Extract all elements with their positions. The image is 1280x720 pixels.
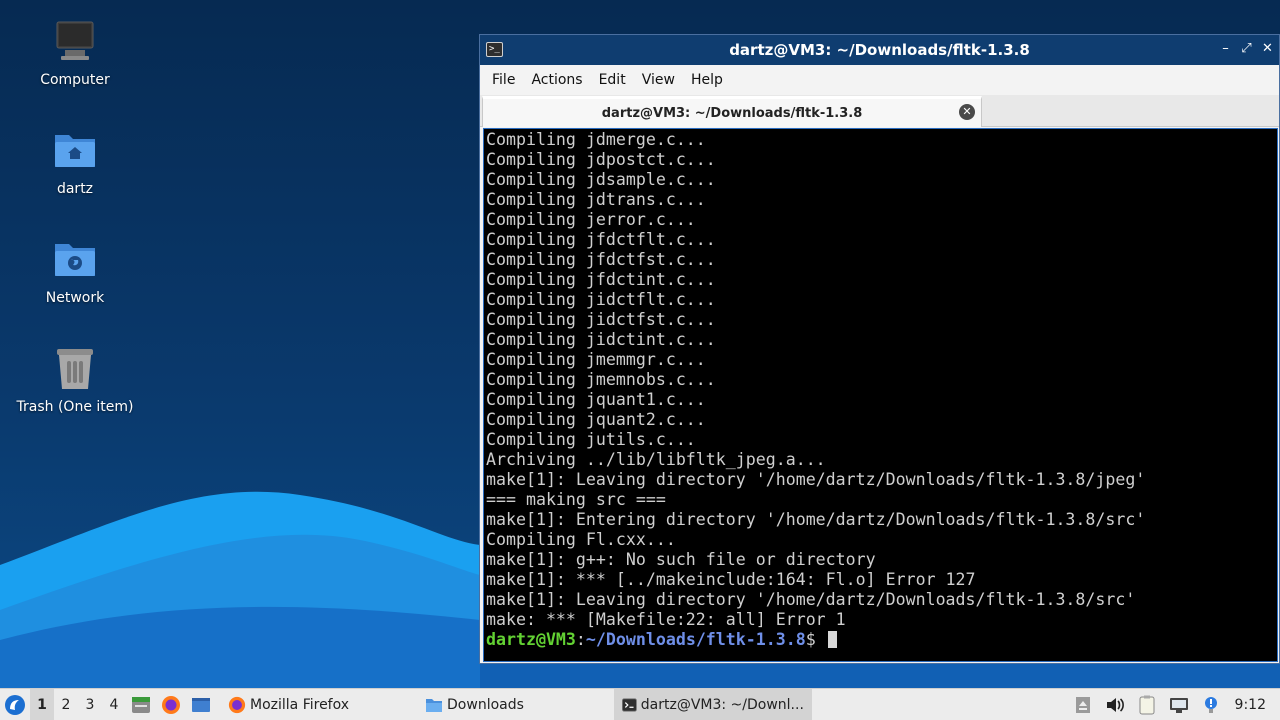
terminal-tab[interactable]: dartz@VM3: ~/Downloads/fltk-1.3.8 ✕	[482, 96, 982, 127]
removable-media-icon	[1075, 697, 1090, 713]
window-title: dartz@VM3: ~/Downloads/fltk-1.3.8	[729, 41, 1030, 59]
desktop-icon-label: Network	[45, 290, 105, 306]
terminal-line: make[1]: g++: No such file or directory	[486, 550, 876, 569]
terminal-line: make: *** [Makefile:22: all] Error 1	[486, 610, 846, 629]
terminal-prompt[interactable]: dartz@VM3:~/Downloads/fltk-1.3.8$	[486, 630, 1277, 650]
clipboard-icon	[1139, 695, 1155, 715]
terminal-line: Compiling jdpostct.c...	[486, 150, 716, 169]
terminal-line: Compiling jidctflt.c...	[486, 290, 716, 309]
tray-eject[interactable]	[1067, 689, 1099, 720]
update-notifier-icon	[1204, 697, 1217, 713]
tab-title: dartz@VM3: ~/Downloads/fltk-1.3.8	[601, 105, 863, 121]
terminal-line: Compiling jdsample.c...	[486, 170, 716, 189]
desktop-icon-label: dartz	[56, 181, 94, 197]
prompt-path: ~/Downloads/fltk-1.3.8	[585, 630, 806, 649]
menu-edit[interactable]: Edit	[591, 65, 634, 95]
tray-volume[interactable]	[1099, 689, 1131, 720]
desktop-icon-trash[interactable]: Trash (One item)	[0, 345, 150, 415]
terminal-line: Compiling Fl.cxx...	[486, 530, 676, 549]
taskbar: 1 2 3 4 Mozilla Firefox Downloads dartz@…	[0, 688, 1280, 720]
desktop-icon-label: Trash (One item)	[16, 399, 134, 415]
terminal-line: Compiling jquant1.c...	[486, 390, 706, 409]
show-desktop-icon	[192, 697, 210, 712]
menu-actions[interactable]: Actions	[523, 65, 590, 95]
terminal-window[interactable]: >_ dartz@VM3: ~/Downloads/fltk-1.3.8 – ⤢…	[479, 34, 1280, 664]
task-label: dartz@VM3: ~/Downl...	[640, 696, 804, 713]
quicklaunch-desktop[interactable]	[186, 689, 216, 720]
prompt-separator: :	[575, 630, 586, 649]
task-terminal[interactable]: dartz@VM3: ~/Downl...	[613, 688, 812, 720]
terminal-line: Compiling jquant2.c...	[486, 410, 706, 429]
terminal-line: make[1]: *** [../makeinclude:164: Fl.o] …	[486, 570, 976, 589]
terminal-line: make[1]: Leaving directory '/home/dartz/…	[486, 470, 1146, 489]
terminal-line: Compiling jutils.c...	[486, 430, 696, 449]
close-button[interactable]: ✕	[1260, 41, 1275, 57]
terminal-line: === making src ===	[486, 490, 666, 509]
tray-updates[interactable]	[1195, 689, 1227, 720]
quicklaunch-firefox[interactable]	[156, 689, 186, 720]
network-wired-icon	[1169, 698, 1188, 713]
terminal-line: Compiling jerror.c...	[486, 210, 696, 229]
workspace-2[interactable]: 2	[54, 689, 78, 720]
workspace-3[interactable]: 3	[78, 689, 102, 720]
terminal-icon	[621, 697, 637, 712]
task-downloads[interactable]: Downloads	[417, 689, 532, 720]
network-folder-icon	[51, 236, 99, 284]
tab-close-icon[interactable]: ✕	[959, 104, 975, 120]
terminal-line: Compiling jfdctint.c...	[486, 270, 716, 289]
terminal-line: Compiling jfdctfst.c...	[486, 250, 716, 269]
terminal-line: Compiling jmemmgr.c...	[486, 350, 706, 369]
lubuntu-logo-icon	[5, 694, 25, 715]
tab-bar: dartz@VM3: ~/Downloads/fltk-1.3.8 ✕	[480, 95, 1279, 127]
terminal-line: Compiling jfdctflt.c...	[486, 230, 716, 249]
system-tray: 9:12	[1067, 689, 1280, 720]
minimize-button[interactable]: –	[1218, 41, 1233, 57]
menu-help[interactable]: Help	[683, 65, 731, 95]
start-menu-button[interactable]	[0, 689, 30, 720]
file-manager-icon	[132, 696, 150, 713]
task-label: Mozilla Firefox	[250, 696, 350, 713]
desktop-icon-computer[interactable]: Computer	[0, 18, 150, 88]
terminal-icon: >_	[486, 42, 503, 57]
volume-icon	[1106, 698, 1124, 712]
maximize-button[interactable]: ⤢	[1239, 41, 1254, 57]
trash-icon	[51, 345, 99, 393]
desktop-icon-label: Computer	[40, 72, 110, 88]
terminal-line: Archiving ../lib/libfltk_jpeg.a...	[486, 450, 826, 469]
window-titlebar[interactable]: >_ dartz@VM3: ~/Downloads/fltk-1.3.8 – ⤢…	[480, 35, 1279, 65]
tray-clipboard[interactable]	[1131, 689, 1163, 720]
folder-icon	[426, 698, 443, 712]
task-label: Downloads	[447, 696, 524, 713]
terminal-line: Compiling jdtrans.c...	[486, 190, 706, 209]
clock[interactable]: 9:12	[1227, 689, 1280, 720]
computer-icon	[51, 18, 99, 66]
terminal-line: Compiling jidctint.c...	[486, 330, 716, 349]
terminal-line: Compiling jidctfst.c...	[486, 310, 716, 329]
desktop-icon-network[interactable]: Network	[0, 236, 150, 306]
menu-view[interactable]: View	[634, 65, 683, 95]
desktop-icon-home[interactable]: dartz	[0, 127, 150, 197]
terminal-line: make[1]: Leaving directory '/home/dartz/…	[486, 590, 1136, 609]
terminal-line: Compiling jmemnobs.c...	[486, 370, 716, 389]
workspace-1[interactable]: 1	[30, 688, 54, 720]
quicklaunch-files[interactable]	[126, 689, 156, 720]
menu-bar: File Actions Edit View Help	[480, 65, 1279, 95]
firefox-icon	[228, 696, 246, 713]
workspace-4[interactable]: 4	[102, 689, 126, 720]
task-firefox[interactable]: Mozilla Firefox	[220, 689, 357, 720]
prompt-symbol: $	[805, 630, 826, 649]
menu-file[interactable]: File	[484, 65, 523, 95]
terminal-line: Compiling jdmerge.c...	[486, 130, 706, 149]
prompt-user-host: dartz@VM3	[486, 630, 576, 649]
firefox-icon	[162, 695, 180, 714]
home-folder-icon	[51, 127, 99, 175]
terminal-line: make[1]: Entering directory '/home/dartz…	[486, 510, 1146, 529]
terminal-output[interactable]: Compiling jdmerge.c... Compiling jdpostc…	[483, 128, 1278, 662]
text-cursor	[827, 631, 837, 648]
tray-network[interactable]	[1163, 689, 1195, 720]
